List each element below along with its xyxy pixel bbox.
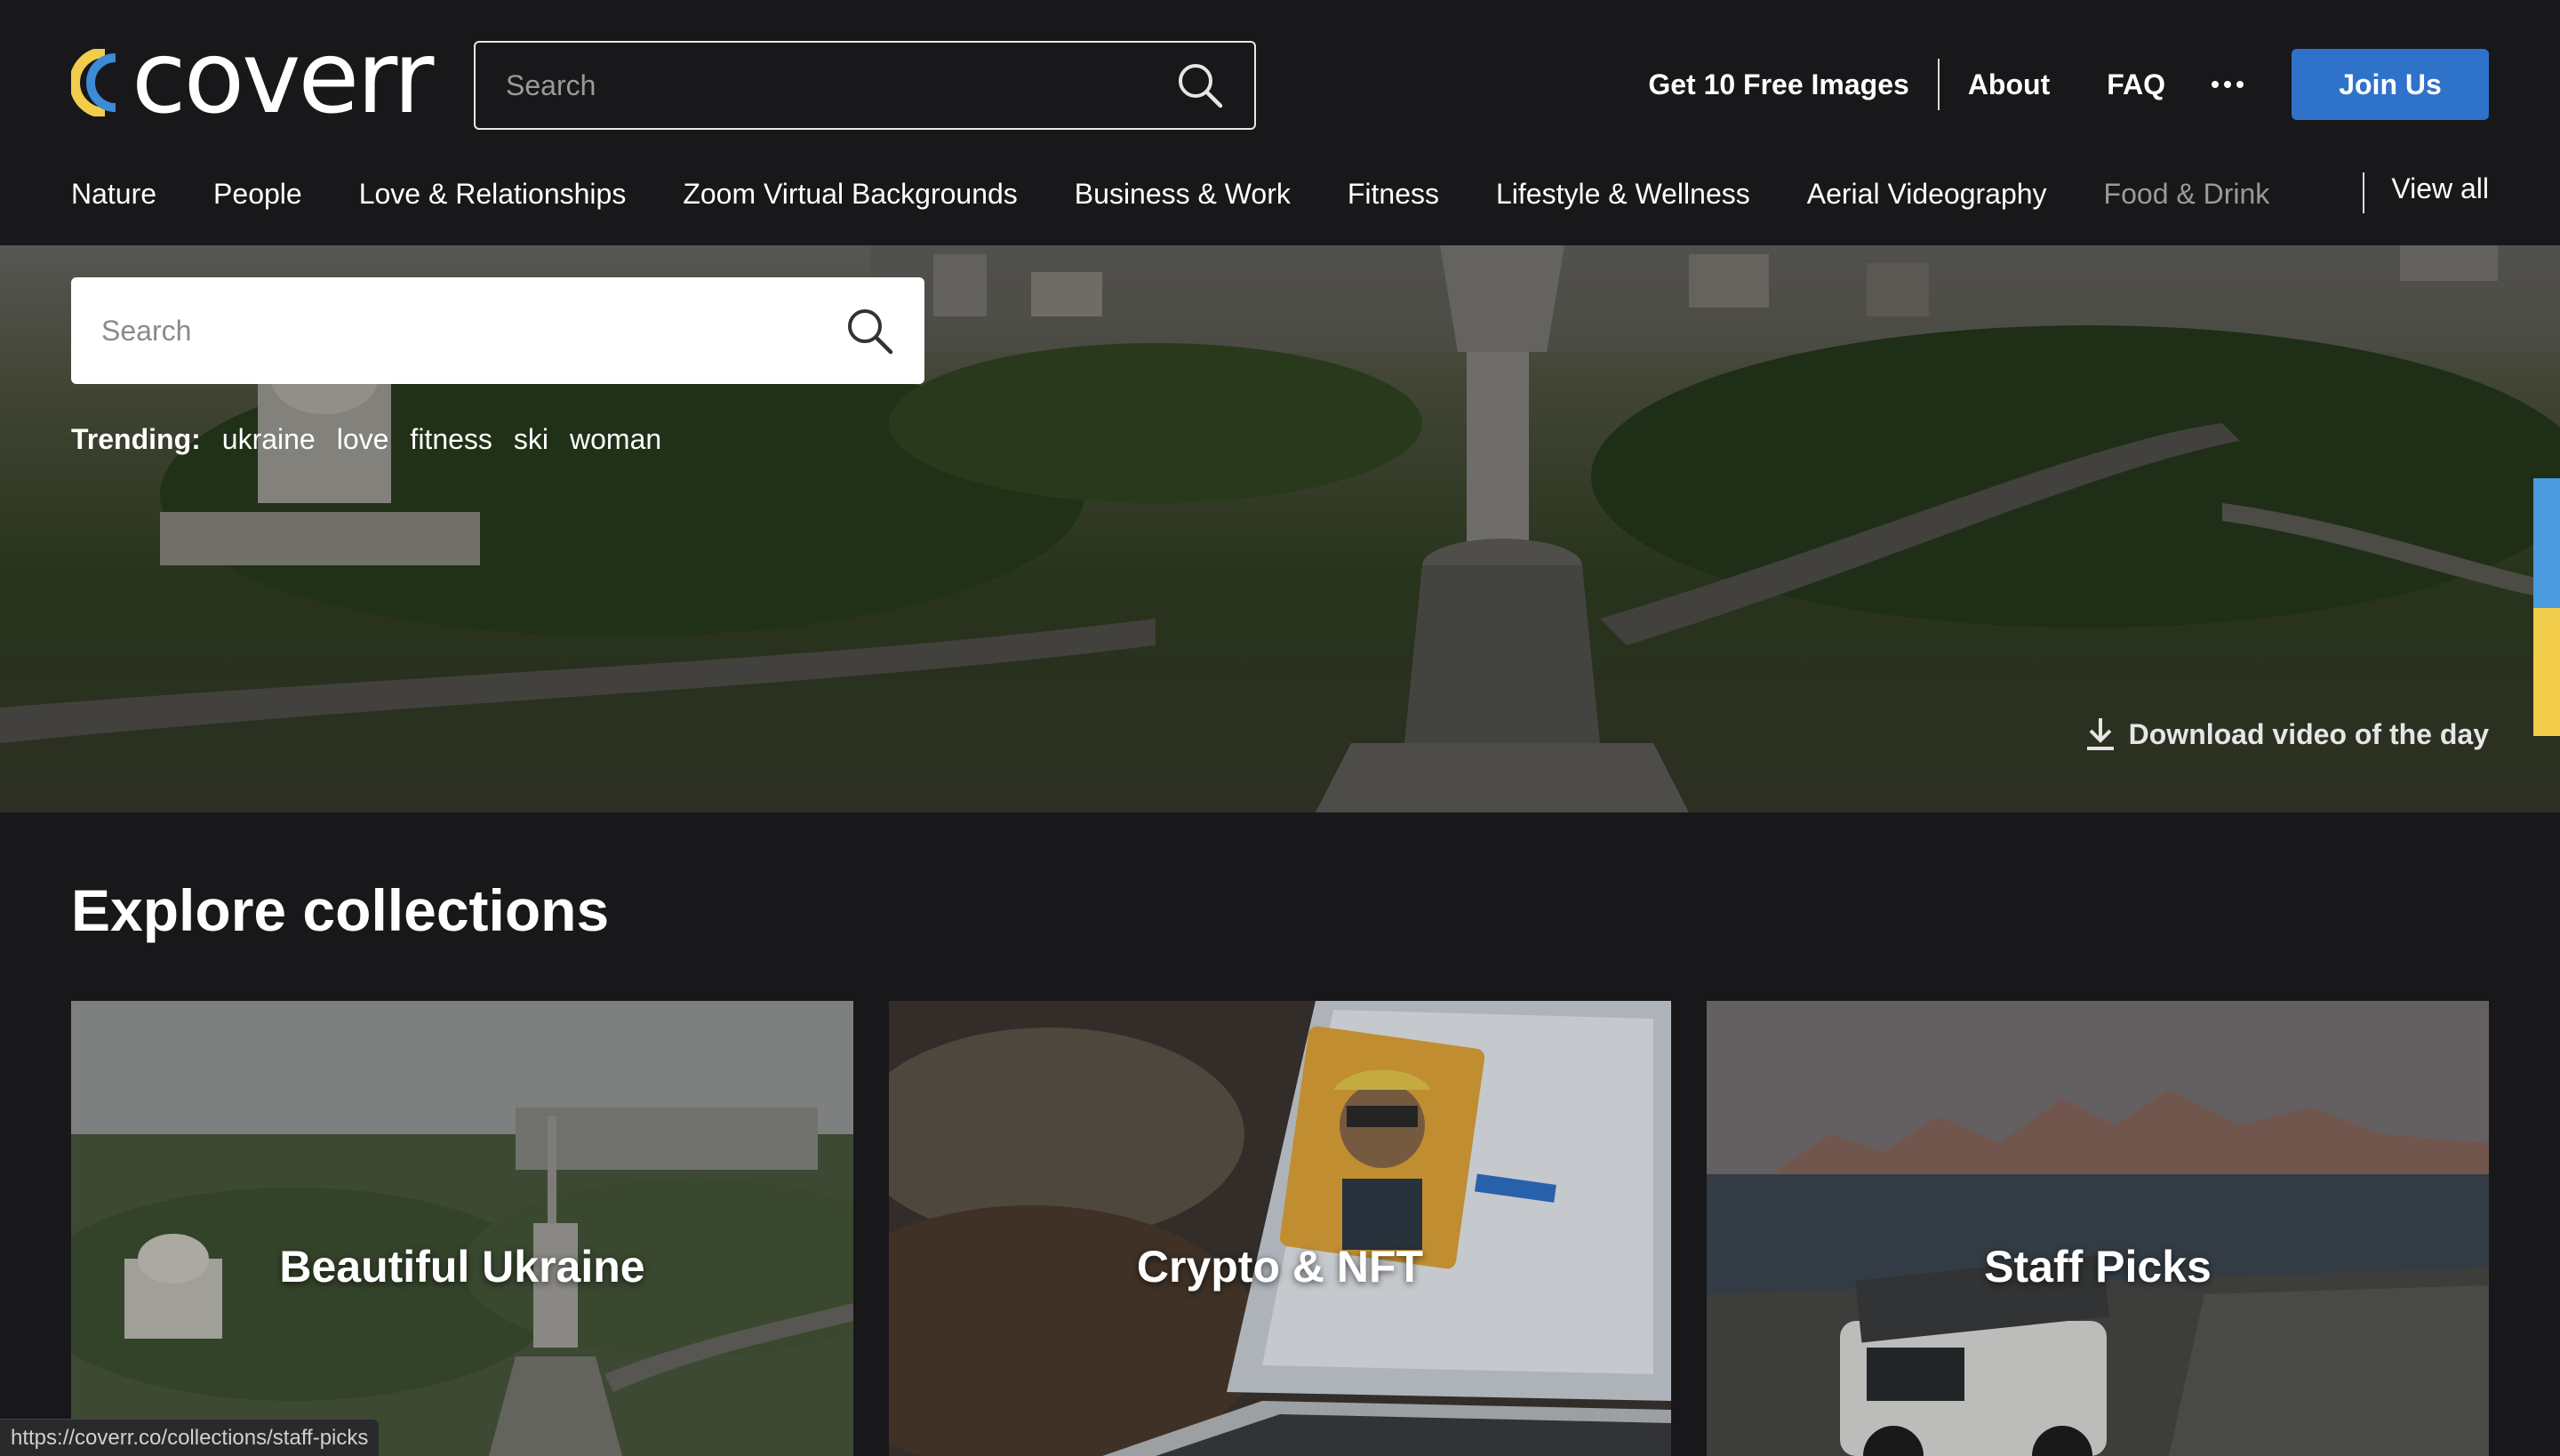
collections-grid: Beautiful Ukraine Crypto & NFT Staff Pic… [71,1001,2489,1456]
category-food-drink[interactable]: Food & Drink [2104,178,2270,211]
collection-title: Beautiful Ukraine [279,1242,645,1292]
collection-image-staff-picks [1707,1001,2489,1456]
more-dots-icon[interactable] [2212,67,2244,102]
explore-collections-title: Explore collections [71,877,610,943]
join-us-button[interactable]: Join Us [2292,49,2489,120]
category-lifestyle-wellness[interactable]: Lifestyle & Wellness [1496,178,1750,211]
search-icon[interactable] [844,306,894,356]
collection-image-crypto [889,1001,1671,1456]
category-divider [2363,172,2364,213]
dot [2212,81,2219,88]
category-list: Nature People Love & Relationships Zoom … [71,178,2269,211]
logo-text: coverr [132,20,434,136]
collection-image-ukraine [71,1001,853,1456]
site-header: coverr Get 10 Free Images About FAQ Join… [0,0,2560,245]
download-label: Download video of the day [2128,717,2489,750]
category-love-relationships[interactable]: Love & Relationships [359,178,627,211]
header-search-box[interactable] [474,41,1256,130]
category-aerial-videography[interactable]: Aerial Videography [1807,178,2047,211]
category-zoom-backgrounds[interactable]: Zoom Virtual Backgrounds [683,178,1017,211]
about-link[interactable]: About [1968,68,2050,101]
collection-card-crypto-nft[interactable]: Crypto & NFT [889,1001,1671,1456]
coverr-logo[interactable]: coverr [71,28,444,132]
browser-status-url: https://coverr.co/collections/staff-pick… [0,1419,380,1456]
trending-label: Trending: [71,423,201,455]
header-divider [1937,59,1940,110]
trending-tag-ski[interactable]: ski [514,423,548,456]
collection-title: Crypto & NFT [1136,1242,1424,1292]
logo-mark [71,49,116,116]
header-links: Get 10 Free Images About FAQ Join Us [1648,49,2489,120]
hero-search-box[interactable] [71,277,924,384]
trending-tag-ukraine[interactable]: ukraine [222,423,316,456]
view-all-link[interactable]: View all [2391,172,2489,205]
category-nature[interactable]: Nature [71,178,156,211]
header-search-input[interactable] [506,68,1176,102]
faq-link[interactable]: FAQ [2107,68,2165,101]
download-video-of-the-day[interactable]: Download video of the day [2084,716,2489,752]
category-fitness[interactable]: Fitness [1348,178,1439,211]
dot [2236,81,2244,88]
collection-card-beautiful-ukraine[interactable]: Beautiful Ukraine [71,1001,853,1456]
trending-tag-love[interactable]: love [337,423,389,456]
collection-title: Staff Picks [1984,1242,2212,1292]
category-people[interactable]: People [213,178,302,211]
side-tab-yellow[interactable] [2533,608,2560,736]
trending-tags: Trending: ukraine love fitness ski woman [71,423,683,456]
category-business-work[interactable]: Business & Work [1075,178,1291,211]
dot [2224,81,2231,88]
category-nav: Nature People Love & Relationships Zoom … [71,167,2489,220]
search-icon[interactable] [1176,61,1224,109]
free-images-link[interactable]: Get 10 Free Images [1648,68,1937,101]
trending-tag-woman[interactable]: woman [570,423,661,456]
hero-video-of-the-day: Trending: ukraine love fitness ski woman… [0,245,2560,812]
trending-tag-fitness[interactable]: fitness [410,423,492,456]
collection-card-staff-picks[interactable]: Staff Picks [1707,1001,2489,1456]
download-icon [2086,718,2114,750]
side-tab-blue[interactable] [2533,478,2560,608]
hero-search-input[interactable] [101,314,844,348]
